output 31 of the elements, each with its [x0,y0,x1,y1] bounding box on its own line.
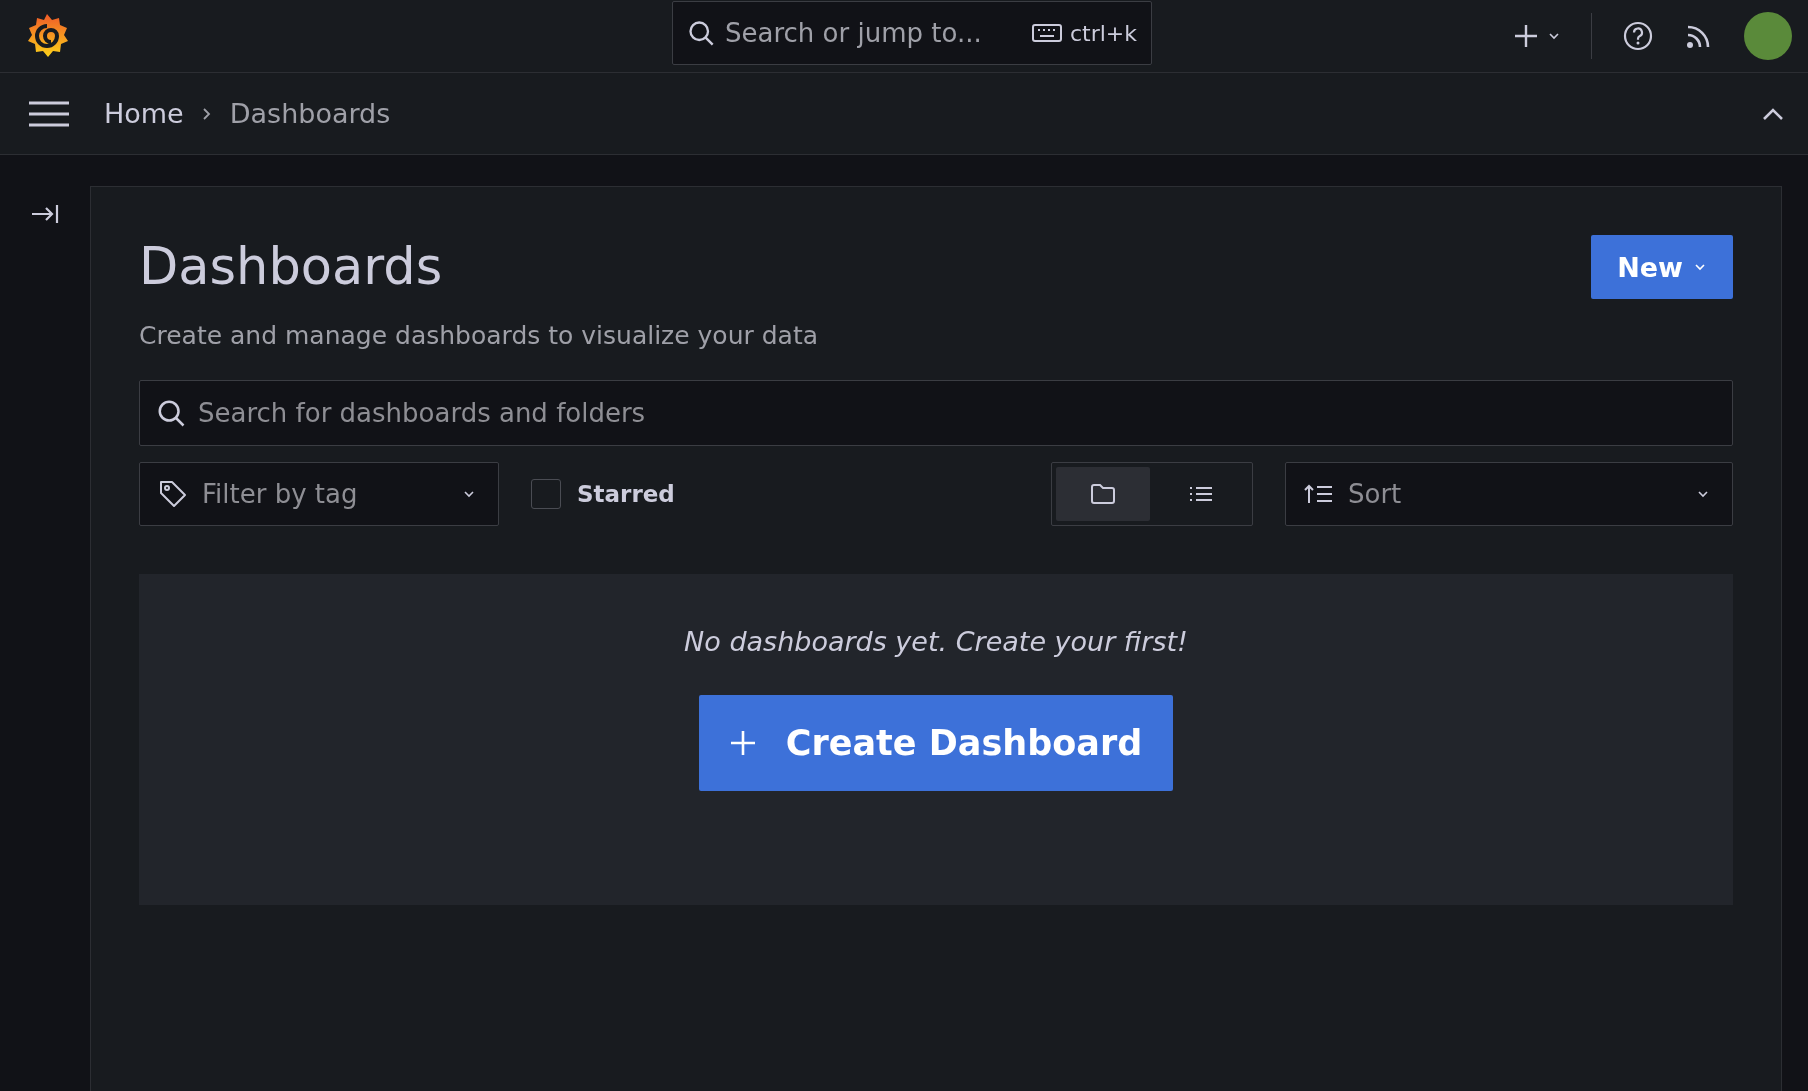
dock-menu-icon[interactable] [30,202,60,226]
folder-icon [1089,481,1117,507]
new-button[interactable]: New [1591,235,1733,299]
chevron-up-icon[interactable] [1762,106,1784,121]
create-dashboard-button[interactable]: Create Dashboard [699,695,1173,791]
shortcut-hint: ctrl+k [1069,20,1137,46]
plus-icon [1513,23,1539,49]
sort-dropdown[interactable]: Sort [1285,462,1733,526]
user-avatar[interactable] [1744,12,1792,60]
menu-icon[interactable] [28,100,70,127]
search-field[interactable]: Search or jump to... ctrl+k [672,1,1152,65]
tag-icon [158,479,188,509]
starred-checkbox[interactable] [531,479,561,509]
breadcrumb-link[interactable]: Home [104,98,184,129]
tag-filter-dropdown[interactable]: Filter by tag [139,462,499,526]
search-icon [156,398,186,428]
search-placeholder: Search or jump to... [725,18,983,48]
page-subtitle: Create and manage dashboards to visualize your data [139,321,820,350]
sort-icon [1304,483,1334,505]
chevron-right-icon [201,106,212,121]
add-menu-button[interactable] [1513,23,1561,49]
empty-message: No dashboards yet. Create your first! [684,626,1188,657]
checkbox-label: Starred [577,481,675,507]
folder-view-button[interactable] [1056,467,1150,521]
help-icon[interactable] [1622,20,1654,52]
keyboard-icon [1031,23,1062,43]
page-title: Dashboards [139,237,443,296]
search-field[interactable]: Search for dashboards and folders [139,380,1733,446]
plus-icon [729,730,756,756]
breadcrumb-link[interactable]: Dashboards [229,98,391,129]
search-icon [687,19,715,47]
